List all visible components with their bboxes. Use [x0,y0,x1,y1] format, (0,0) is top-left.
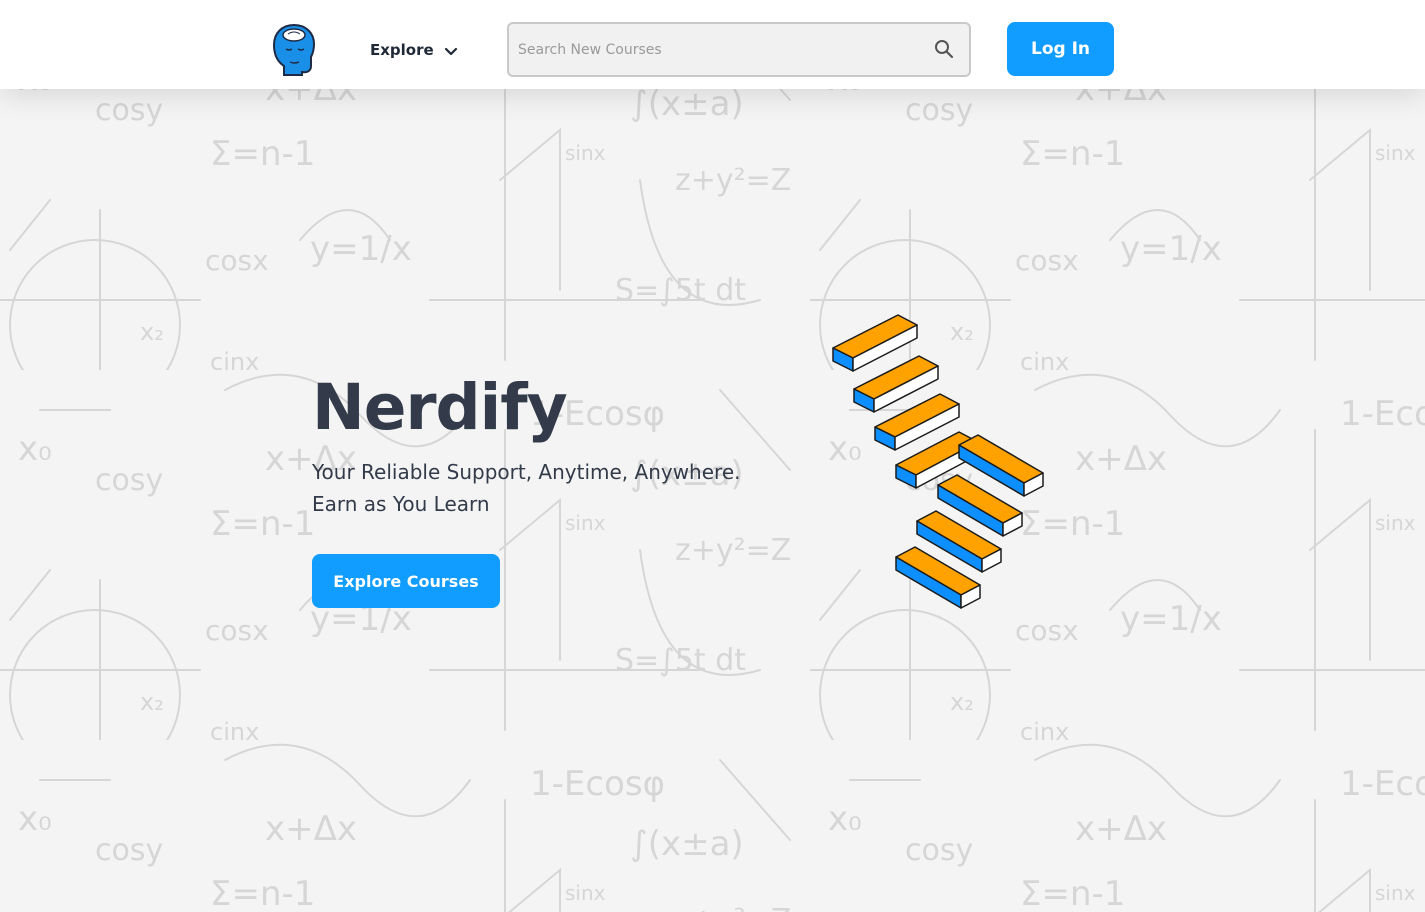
top-navbar: Explore Log In [0,0,1425,89]
chevron-down-icon [444,47,457,56]
hero-tagline: Your Reliable Support, Anytime, Anywhere… [312,456,741,520]
search-bar [507,22,971,77]
explore-courses-button[interactable]: Explore Courses [312,554,500,608]
hero-title: Nerdify [312,371,568,444]
tagline-line-2: Earn as You Learn [312,492,490,516]
staircase-illustration-icon [832,314,1044,609]
explore-label: Explore [370,41,434,59]
explore-menu[interactable]: Explore [370,38,458,62]
search-icon[interactable] [934,39,954,59]
login-button[interactable]: Log In [1007,22,1114,76]
head-logo-icon[interactable] [272,22,316,76]
tagline-line-1: Your Reliable Support, Anytime, Anywhere… [312,460,741,484]
search-input[interactable] [509,24,928,75]
